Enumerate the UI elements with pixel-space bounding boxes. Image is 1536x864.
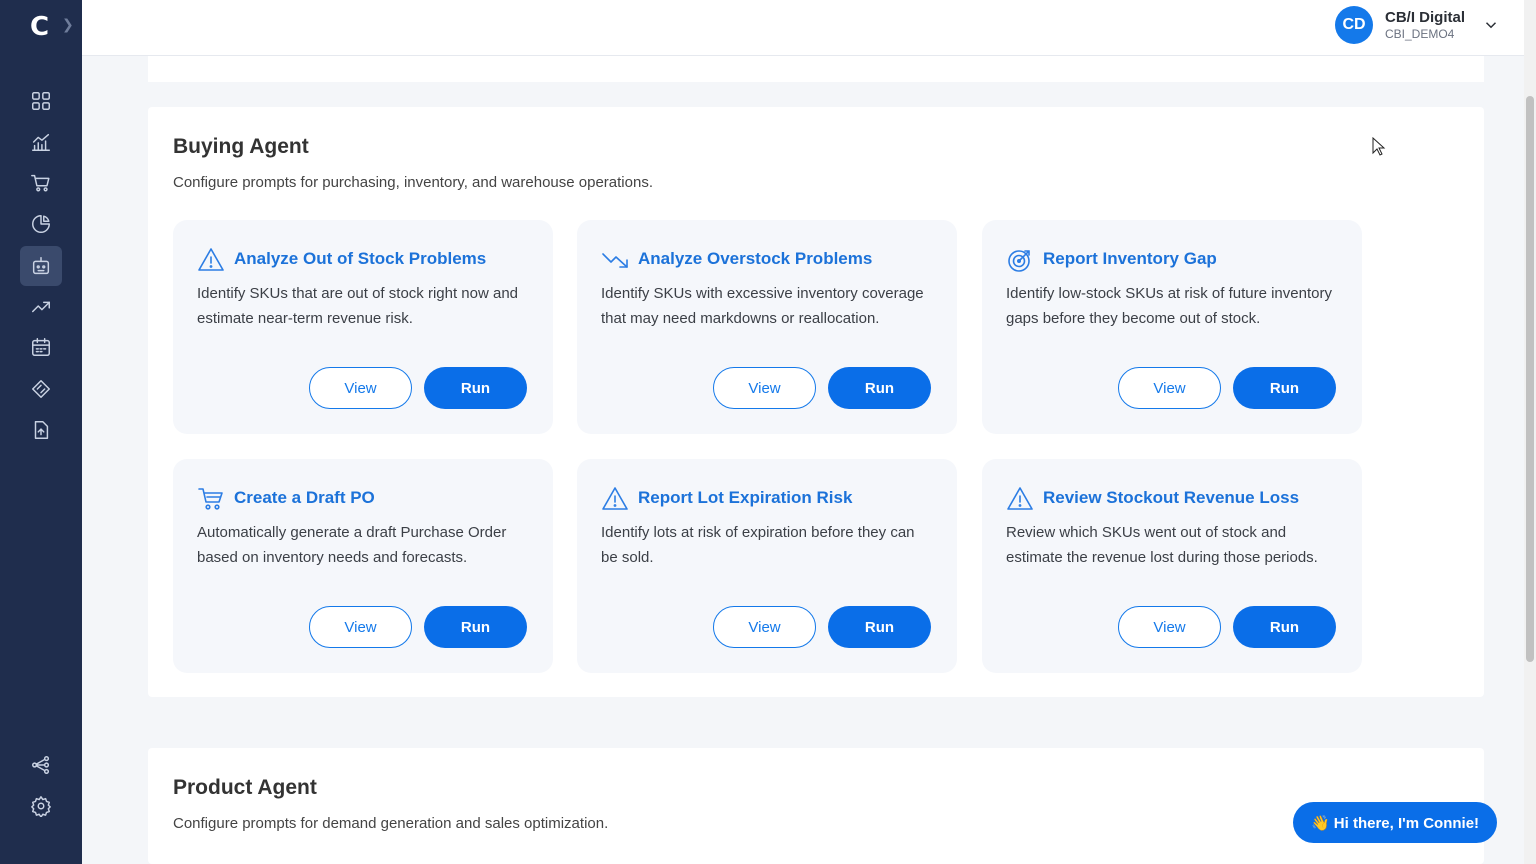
card-description: Identify lots at risk of expiration befo… (601, 524, 915, 566)
run-button[interactable]: Run (1233, 367, 1336, 409)
card-title: Report Lot Expiration Risk (638, 488, 853, 507)
view-button[interactable]: View (309, 606, 412, 648)
org-id: CBI_DEMO4 (1385, 27, 1455, 41)
section-description: Configure prompts for demand generation … (173, 815, 609, 832)
prompt-card: Report Lot Expiration Risk Identify lots… (577, 459, 957, 673)
run-button[interactable]: Run (424, 367, 527, 409)
card-title: Create a Draft PO (234, 488, 375, 507)
view-button[interactable]: View (1118, 367, 1221, 409)
warning-triangle-icon (197, 246, 225, 274)
trend-down-icon (601, 246, 629, 274)
warning-triangle-icon (601, 485, 629, 513)
run-button[interactable]: Run (1233, 606, 1336, 648)
view-button[interactable]: View (713, 367, 816, 409)
avatar[interactable]: CD (1335, 6, 1373, 44)
warning-triangle-icon (1006, 485, 1034, 513)
workflow-share-icon[interactable] (20, 745, 62, 785)
run-button[interactable]: Run (424, 606, 527, 648)
target-icon (1006, 246, 1034, 274)
card-description: Review which SKUs went out of stock and … (1006, 524, 1318, 566)
prompt-card: Create a Draft PO Automatically generate… (173, 459, 553, 673)
scrollbar-thumb[interactable] (1526, 96, 1534, 662)
org-name: CB/I Digital (1385, 9, 1466, 26)
view-button[interactable]: View (309, 367, 412, 409)
dashboard-grid-icon[interactable] (20, 81, 62, 121)
shopping-cart-icon (197, 485, 225, 513)
prompt-card: Review Stockout Revenue Loss Review whic… (982, 459, 1362, 673)
analytics-chart-icon[interactable] (20, 122, 62, 162)
section-description: Configure prompts for purchasing, invent… (173, 174, 653, 191)
prompt-card: Analyze Overstock Problems Identify SKUs… (577, 220, 957, 434)
gear-icon[interactable] (20, 786, 62, 826)
section-title: Buying Agent (173, 135, 309, 158)
run-button[interactable]: Run (828, 606, 931, 648)
view-button[interactable]: View (1118, 606, 1221, 648)
card-description: Identify SKUs with excessive inventory c… (601, 285, 924, 327)
top-header: CD CB/I Digital CBI_DEMO4 (82, 0, 1524, 56)
scrollbar[interactable] (1524, 0, 1536, 864)
diamond-tag-icon[interactable] (20, 369, 62, 409)
prompt-card: Analyze Out of Stock Problems Identify S… (173, 220, 553, 434)
chevron-down-icon[interactable] (1482, 16, 1500, 34)
buying-agent-panel: Buying Agent Configure prompts for purch… (148, 107, 1484, 697)
shopping-cart-icon[interactable] (20, 163, 62, 203)
expand-sidebar-icon[interactable]: ❯ (62, 16, 74, 33)
app-logo[interactable]: C (30, 12, 49, 42)
view-button[interactable]: View (713, 606, 816, 648)
robot-agent-icon[interactable] (20, 246, 62, 286)
sidebar: C ❯ (0, 0, 82, 864)
chat-assistant-button[interactable]: 👋 Hi there, I'm Connie! (1293, 802, 1497, 843)
pie-chart-icon[interactable] (20, 204, 62, 244)
section-title: Product Agent (173, 776, 317, 799)
card-title: Report Inventory Gap (1043, 249, 1217, 268)
card-title: Analyze Overstock Problems (638, 249, 873, 268)
card-description: Automatically generate a draft Purchase … (197, 524, 507, 566)
card-description: Identify SKUs that are out of stock righ… (197, 285, 519, 327)
file-upload-icon[interactable] (20, 410, 62, 450)
trend-up-icon[interactable] (20, 286, 62, 326)
product-agent-panel: Product Agent Configure prompts for dema… (148, 748, 1484, 864)
calendar-icon[interactable] (20, 327, 62, 367)
card-title: Analyze Out of Stock Problems (234, 249, 487, 268)
prompt-card: Report Inventory Gap Identify low-stock … (982, 220, 1362, 434)
mouse-cursor-icon (1372, 137, 1386, 156)
card-title: Review Stockout Revenue Loss (1043, 488, 1300, 507)
previous-panel-bottom (148, 56, 1484, 82)
card-description: Identify low-stock SKUs at risk of futur… (1006, 285, 1332, 327)
run-button[interactable]: Run (828, 367, 931, 409)
